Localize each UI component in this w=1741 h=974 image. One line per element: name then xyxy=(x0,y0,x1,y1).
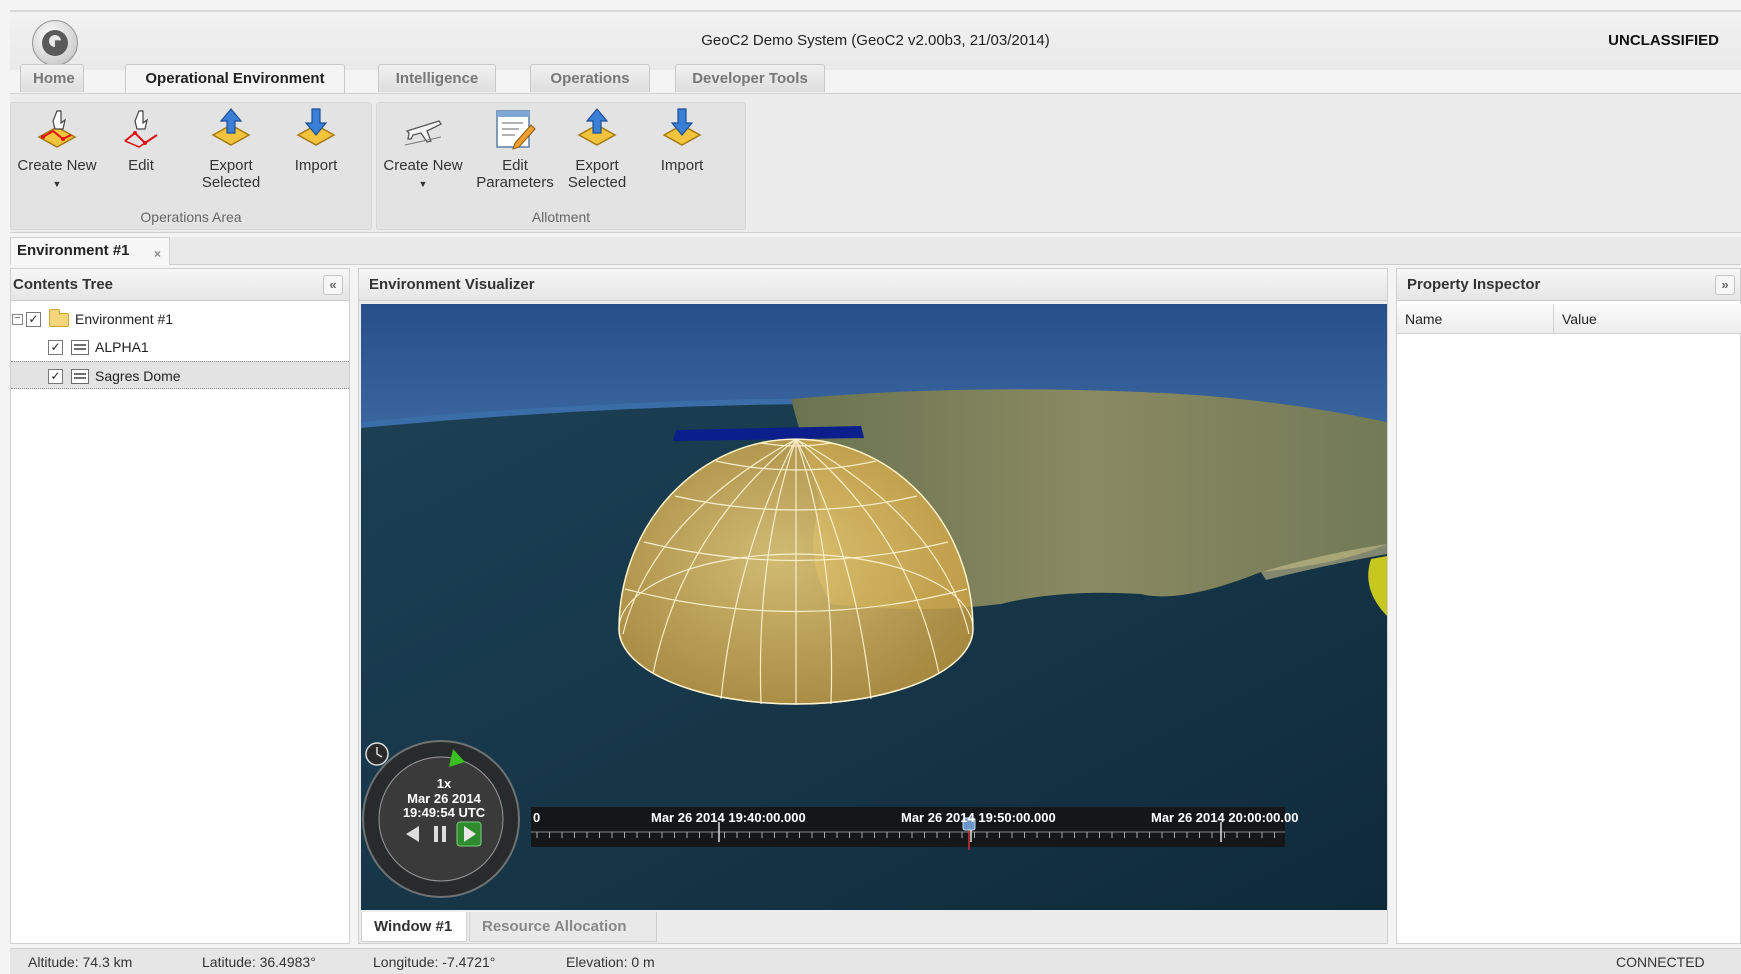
export-allotment-label-line1: Export xyxy=(575,157,619,174)
edit-parameters-label-line2: Parameters xyxy=(476,174,554,191)
document-tab-bar: Environment #1 × xyxy=(10,237,1741,265)
checkbox-sagres-dome[interactable]: ✓ xyxy=(48,369,63,384)
tree-item-label: Environment #1 xyxy=(75,311,174,327)
export-area-label-line1: Export xyxy=(209,157,253,174)
clock-speed: 1x xyxy=(436,776,452,791)
clock-time: 19:49:54 UTC xyxy=(402,805,486,820)
timeline-label: 0 xyxy=(533,810,541,825)
longitude-readout: Longitude: -7.4721° xyxy=(373,954,496,970)
collapse-right-icon[interactable]: » xyxy=(1715,275,1735,295)
collapse-left-icon[interactable]: « xyxy=(323,275,343,295)
import-area-button[interactable]: Import xyxy=(281,107,351,174)
operations-area-group-label: Operations Area xyxy=(140,209,242,225)
ribbon-toolbar: Create New ▼ Edit Export Selected Import… xyxy=(10,93,1741,233)
timeline-label: Mar 26 2014 19:50:00.000 xyxy=(901,810,1056,825)
timeline-label: Mar 26 2014 19:40:00.000 xyxy=(651,810,806,825)
edit-parameters-icon xyxy=(496,110,536,150)
export-allotment-button[interactable]: Export Selected xyxy=(557,107,637,191)
checkbox-environment-1[interactable]: ✓ xyxy=(26,312,41,327)
contents-tree-panel: Contents Tree « − ✓ Environment #1 ✓ ALP… xyxy=(10,268,350,944)
title-bar: GeoC2 Demo System (GeoC2 v2.00b3, 21/03/… xyxy=(10,10,1741,70)
main-tab-bar: Home Operational Environment Intelligenc… xyxy=(10,64,1741,94)
import-allotment-label: Import xyxy=(660,157,704,174)
globe-viewport[interactable]: 1x Mar 26 2014 19:49:54 UTC 0 Mar 26 201… xyxy=(361,304,1387,910)
contents-tree-title: Contents Tree xyxy=(13,276,114,293)
value-column-header[interactable]: Value xyxy=(1554,304,1741,334)
tab-window-1[interactable]: Window #1 xyxy=(361,912,467,942)
create-allotment-button[interactable]: Create New ▼ xyxy=(381,107,465,193)
edit-parameters-label-line1: Edit xyxy=(502,157,528,174)
operations-area-group: Create New ▼ Edit Export Selected Import… xyxy=(10,102,372,230)
export-area-label-line2: Selected xyxy=(201,174,261,191)
edit-area-label: Edit xyxy=(128,157,154,174)
app-title: GeoC2 Demo System (GeoC2 v2.00b3, 21/03/… xyxy=(701,32,1050,49)
close-icon[interactable]: × xyxy=(154,241,161,267)
latitude-readout: Latitude: 36.4983° xyxy=(202,954,316,970)
allotment-group: Create New ▼ Edit Parameters Export Sele… xyxy=(376,102,746,230)
export-icon xyxy=(577,108,617,146)
collapse-node-icon[interactable]: − xyxy=(12,314,23,325)
import-allotment-button[interactable]: Import xyxy=(647,107,717,174)
tree-item-environment-1[interactable]: − ✓ Environment #1 xyxy=(11,305,349,333)
classification-label: UNCLASSIFIED xyxy=(1608,32,1719,49)
create-allotment-label: Create New xyxy=(383,157,463,174)
tab-operations[interactable]: Operations xyxy=(530,64,650,92)
altitude-readout: Altitude: 74.3 km xyxy=(28,954,133,970)
name-column-header[interactable]: Name xyxy=(1397,304,1554,334)
environment-visualizer-title: Environment Visualizer xyxy=(369,276,535,293)
application-window: GeoC2 Demo System (GeoC2 v2.00b3, 21/03/… xyxy=(0,0,1741,974)
create-area-label: Create New xyxy=(17,157,97,174)
tab-resource-allocation[interactable]: Resource Allocation xyxy=(469,912,657,942)
property-inspector-header: Property Inspector » xyxy=(1397,269,1740,301)
dropdown-arrow-icon[interactable]: ▼ xyxy=(15,176,99,193)
contents-tree-header: Contents Tree « xyxy=(11,269,349,301)
export-allotment-label-line2: Selected xyxy=(567,174,627,191)
tab-environment-1-label: Environment #1 xyxy=(17,242,130,259)
checkbox-alpha1[interactable]: ✓ xyxy=(48,340,63,355)
elevation-readout: Elevation: 0 m xyxy=(566,954,655,970)
document-icon xyxy=(71,369,89,384)
dropdown-arrow-icon[interactable]: ▼ xyxy=(381,176,465,193)
tab-developer-tools[interactable]: Developer Tools xyxy=(675,64,825,92)
tree-item-label: Sagres Dome xyxy=(95,368,181,384)
tab-home[interactable]: Home xyxy=(20,64,84,92)
property-inspector-title: Property Inspector xyxy=(1407,276,1541,293)
tab-intelligence[interactable]: Intelligence xyxy=(378,64,496,92)
edit-area-icon xyxy=(124,110,158,148)
property-inspector-panel: Property Inspector » Name Value xyxy=(1396,268,1741,944)
aircraft-icon xyxy=(404,120,442,146)
clock-date: Mar 26 2014 xyxy=(407,791,481,806)
edit-parameters-button[interactable]: Edit Parameters xyxy=(473,107,557,191)
allotment-group-label: Allotment xyxy=(531,209,591,225)
tab-operational-environment[interactable]: Operational Environment xyxy=(125,64,345,94)
create-area-button[interactable]: Create New ▼ xyxy=(15,107,99,193)
tab-environment-1[interactable]: Environment #1 × xyxy=(10,237,170,265)
property-grid-header: Name Value xyxy=(1397,304,1741,334)
import-icon xyxy=(662,108,702,146)
pause-button[interactable] xyxy=(434,826,438,842)
import-icon xyxy=(296,108,336,146)
document-icon xyxy=(71,340,89,355)
environment-visualizer-header: Environment Visualizer xyxy=(359,269,1387,301)
tree-item-label: ALPHA1 xyxy=(95,339,149,355)
tree-item-sagres-dome[interactable]: ✓ Sagres Dome xyxy=(11,361,349,389)
export-area-button[interactable]: Export Selected xyxy=(191,107,271,191)
import-area-label: Import xyxy=(294,157,338,174)
timeline-label: Mar 26 2014 20:00:00.00 xyxy=(1151,810,1299,825)
connection-status: CONNECTED xyxy=(1616,954,1705,970)
edit-area-button[interactable]: Edit xyxy=(111,107,171,174)
status-bar: Altitude: 74.3 km Latitude: 36.4983° Lon… xyxy=(10,948,1741,974)
export-icon xyxy=(211,108,251,146)
create-area-icon xyxy=(37,110,77,148)
folder-icon xyxy=(49,309,69,327)
environment-visualizer-panel: Environment Visualizer 1x Mar 26 2014 19… xyxy=(358,268,1388,944)
tree-item-alpha1[interactable]: ✓ ALPHA1 xyxy=(11,333,349,361)
